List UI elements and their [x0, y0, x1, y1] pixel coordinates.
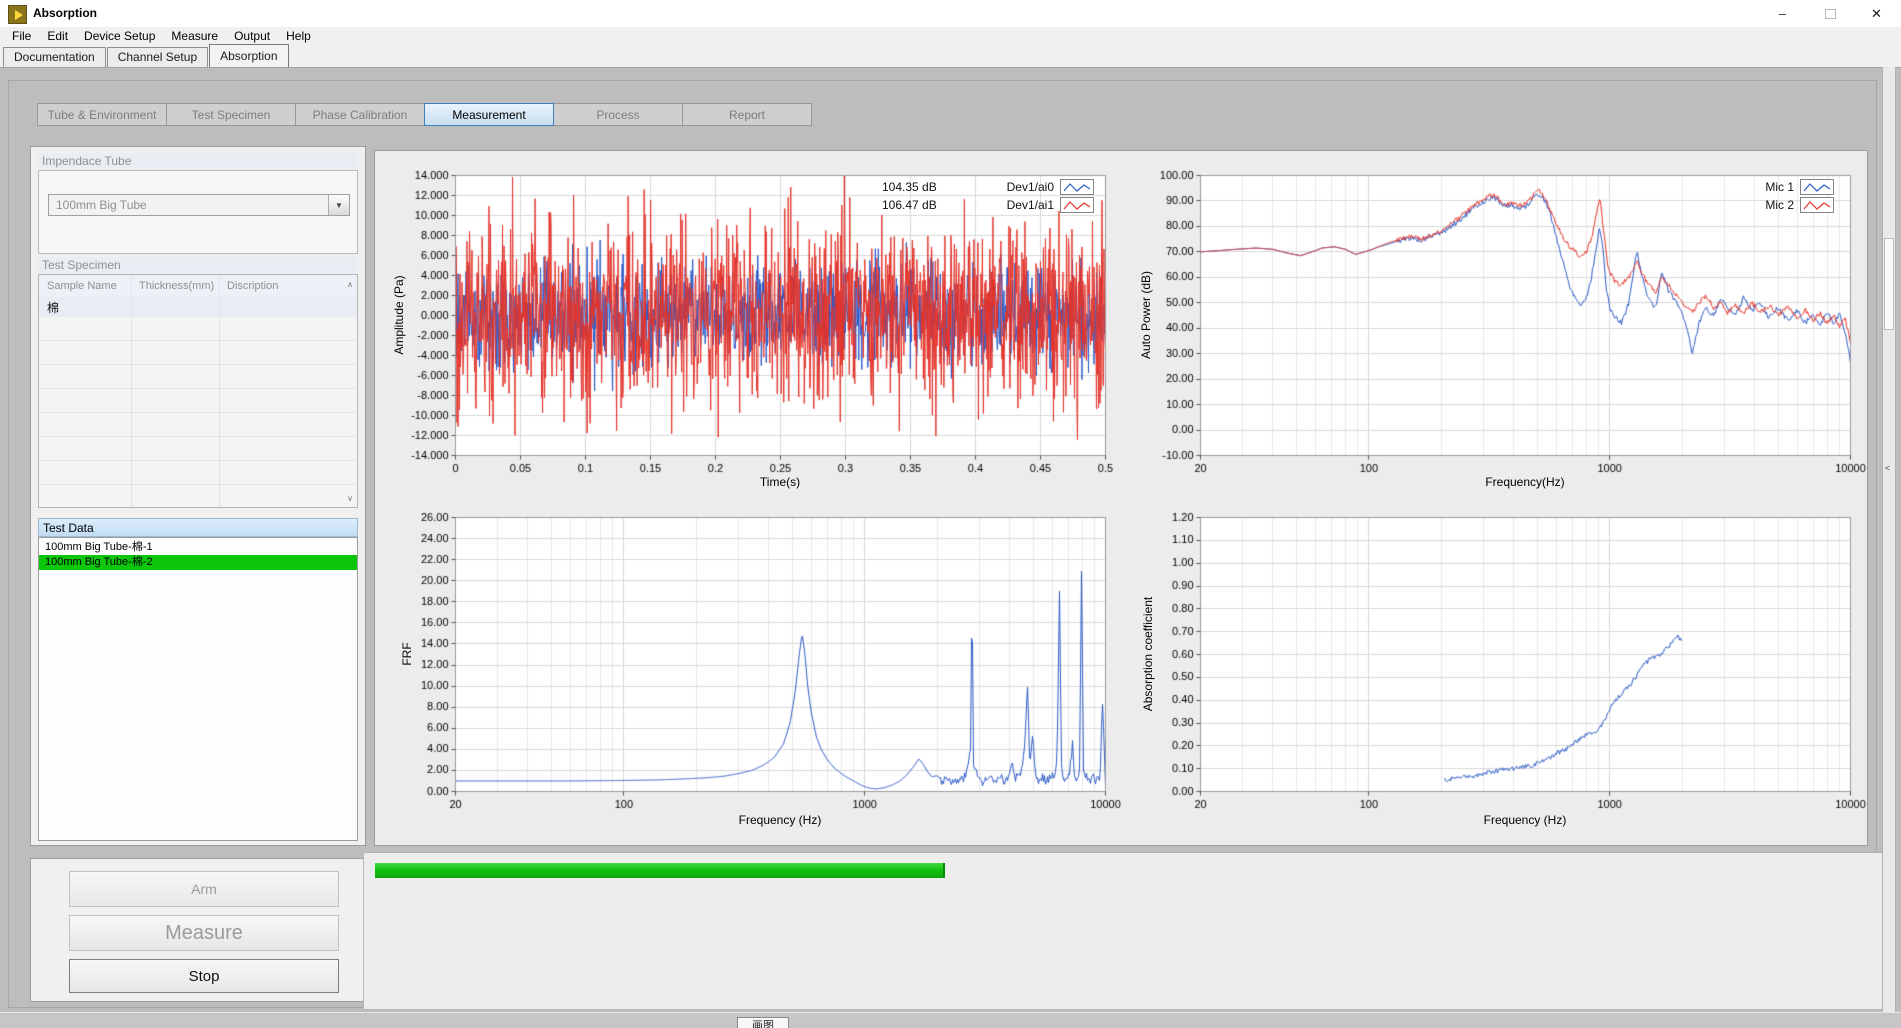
progress-panel [363, 852, 1887, 1010]
column-thickness: Thickness(mm) [131, 280, 219, 292]
legend-label: Mic 2 [1698, 198, 1794, 212]
scrollbar-thumb[interactable] [1884, 238, 1894, 330]
legend-row: Mic 2 [1698, 196, 1834, 214]
maximize-icon [1825, 9, 1836, 19]
actions-panel: Arm Measure Stop [30, 858, 366, 1002]
tab-absorption[interactable]: Absorption [209, 44, 288, 67]
x-axis-label: Frequency(Hz) [1425, 475, 1625, 489]
test-data-header: Test Data [38, 518, 358, 537]
column-sample-name: Sample Name [39, 280, 131, 292]
test-specimen-header: Test Specimen [38, 257, 358, 274]
legend-row: Mic 1 [1698, 178, 1834, 196]
list-item-selected[interactable]: 100mm Big Tube-棉-2 [39, 555, 357, 570]
legend-row: 104.35 dBDev1/ai0 [882, 178, 1094, 196]
legend-label: Dev1/ai1 [1000, 198, 1054, 212]
play-arrow-icon [15, 10, 23, 20]
series-line-icon[interactable] [1800, 197, 1834, 213]
title-bar: Absorption – ✕ [0, 0, 1901, 27]
subtab-process[interactable]: Process [553, 103, 683, 126]
arm-button[interactable]: Arm [69, 871, 339, 907]
legend-value: 104.35 dB [882, 180, 1000, 194]
legend-label: Mic 1 [1698, 180, 1794, 194]
scroll-up-icon[interactable]: ∧ [345, 280, 355, 289]
menu-item-device-setup[interactable]: Device Setup [76, 27, 163, 46]
menu-item-file[interactable]: File [4, 27, 39, 46]
stop-button[interactable]: Stop [69, 959, 339, 993]
y-axis-label: Absorption coefficient [1141, 554, 1155, 754]
test-data-list[interactable]: 100mm Big Tube-棉-1 100mm Big Tube-棉-2 [38, 537, 358, 841]
maximize-button[interactable] [1808, 0, 1853, 27]
column-separator [219, 275, 220, 507]
collapse-left-icon[interactable]: < [1885, 463, 1890, 473]
impedance-tube-header: Impendace Tube [38, 153, 358, 170]
tab-channel-setup[interactable]: Channel Setup [107, 47, 208, 67]
sidebar-panel: Impendace Tube 100mm Big Tube ▼ Test Spe… [30, 146, 366, 846]
measure-button[interactable]: Measure [69, 915, 339, 951]
vertical-scrollbar[interactable]: < [1882, 67, 1896, 1012]
subtab-tube-environment[interactable]: Tube & Environment [37, 103, 167, 126]
x-axis-label: Time(s) [680, 475, 880, 489]
chevron-down-icon: ▼ [335, 201, 343, 210]
column-separator [131, 275, 132, 507]
progress-bar-fill [375, 863, 945, 878]
subtab-measurement[interactable]: Measurement [424, 103, 554, 126]
y-axis-label: FRF [400, 554, 414, 754]
table-row[interactable]: 棉 [39, 297, 357, 317]
x-axis-label: Frequency (Hz) [680, 813, 880, 827]
series-line-icon[interactable] [1800, 179, 1834, 195]
legend-label: Dev1/ai0 [1000, 180, 1054, 194]
subtab-report[interactable]: Report [682, 103, 812, 126]
impedance-tube-dropdown[interactable]: 100mm Big Tube ▼ [48, 194, 350, 216]
series-line-icon[interactable] [1060, 197, 1094, 213]
minimize-button[interactable]: – [1760, 0, 1805, 27]
app-icon [8, 5, 27, 24]
table-header-row: Sample Name Thickness(mm) Discription [39, 275, 357, 298]
taskbar: 画图 [0, 1012, 1901, 1028]
scroll-down-icon[interactable]: ∨ [345, 494, 355, 503]
legend-value: 106.47 dB [882, 198, 1000, 212]
auto-power-legend: Mic 1 Mic 2 [1698, 178, 1834, 214]
absorption-coefficient-chart[interactable] [1135, 505, 1875, 817]
menu-item-edit[interactable]: Edit [39, 27, 76, 46]
table-empty-rows [39, 317, 357, 507]
window-title: Absorption [33, 0, 97, 27]
y-axis-label: Amplitude (Pa) [392, 215, 406, 415]
impedance-tube-group: 100mm Big Tube ▼ [38, 170, 358, 254]
tab-documentation[interactable]: Documentation [3, 47, 106, 67]
dropdown-selected-value: 100mm Big Tube [49, 198, 328, 212]
main-tab-strip: Documentation Channel Setup Absorption [0, 46, 1901, 68]
progress-track [375, 863, 1875, 878]
close-button[interactable]: ✕ [1854, 0, 1899, 27]
time-chart-legend: 104.35 dBDev1/ai0106.47 dBDev1/ai1 [882, 178, 1094, 214]
series-line-icon[interactable] [1060, 179, 1094, 195]
taskbar-peek-button[interactable]: 画图 [737, 1017, 789, 1028]
frf-chart[interactable] [390, 505, 1130, 817]
x-axis-label: Frequency (Hz) [1425, 813, 1625, 827]
subtab-phase-calibration[interactable]: Phase Calibration [295, 103, 425, 126]
subtab-test-specimen[interactable]: Test Specimen [166, 103, 296, 126]
test-specimen-table[interactable]: Sample Name Thickness(mm) Discription 棉 … [38, 274, 358, 508]
list-item[interactable]: 100mm Big Tube-棉-1 [39, 540, 357, 555]
legend-row: 106.47 dBDev1/ai1 [882, 196, 1094, 214]
column-discription: Discription [219, 280, 357, 292]
dropdown-arrow-button[interactable]: ▼ [328, 195, 349, 215]
y-axis-label: Auto Power (dB) [1139, 215, 1153, 415]
sub-tab-strip: Tube & Environment Test Specimen Phase C… [38, 103, 812, 126]
cell-sample-name: 棉 [39, 299, 59, 316]
application-window: Absorption – ✕ File Edit Device Setup Me… [0, 0, 1901, 1028]
